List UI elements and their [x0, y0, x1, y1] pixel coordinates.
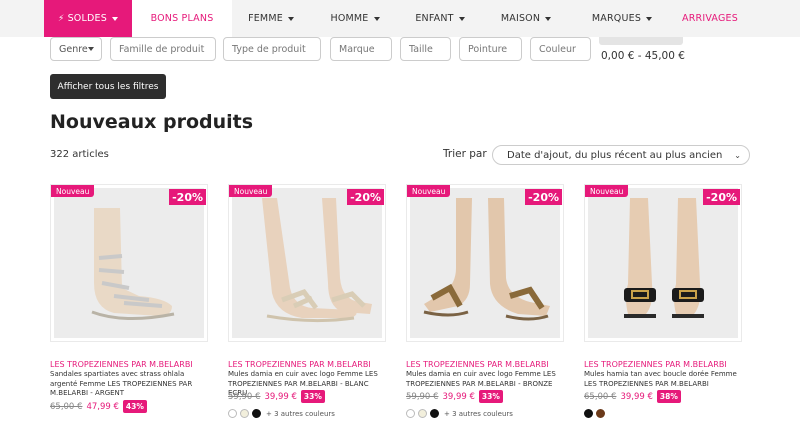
- more-colors-link[interactable]: + 3 autres couleurs: [266, 410, 335, 418]
- chevron-down-icon: [287, 16, 294, 21]
- color-swatches: [584, 409, 608, 418]
- percent-badge: 43%: [122, 400, 147, 413]
- sale-price: 47,99 €: [86, 401, 119, 412]
- chevron-down-icon: ⌄: [734, 151, 741, 160]
- product-image[interactable]: Nouveau -20%: [584, 184, 742, 342]
- nav-homme-label: HOMME: [330, 13, 369, 24]
- color-swatch[interactable]: [240, 409, 249, 418]
- marque-filter[interactable]: Marque: [330, 37, 392, 61]
- percent-badge: 33%: [300, 390, 325, 403]
- nav-maison[interactable]: MAISON: [480, 0, 572, 37]
- product-photo: [410, 188, 560, 338]
- old-price: 65,00 €: [584, 391, 617, 402]
- sale-price: 39,99 €: [264, 391, 297, 402]
- chevron-down-icon: [111, 16, 118, 21]
- genre-select-label: Genre: [59, 43, 88, 55]
- pointure-filter[interactable]: Pointure: [459, 37, 522, 61]
- more-colors-link[interactable]: + 3 autres couleurs: [444, 410, 513, 418]
- lightning-icon: ⚡: [58, 13, 65, 24]
- new-badge: Nouveau: [229, 185, 273, 197]
- nav-enfant[interactable]: ENFANT: [400, 0, 480, 37]
- nav-arrivages[interactable]: ARRIVAGES: [672, 0, 748, 37]
- percent-badge: 38%: [656, 390, 681, 403]
- sort-select-value: Date d'ajout, du plus récent au plus anc…: [507, 149, 723, 161]
- nav-soldes[interactable]: ⚡ SOLDES: [44, 0, 132, 37]
- sort-label: Trier par: [443, 148, 487, 160]
- price-slider[interactable]: [599, 37, 683, 45]
- old-price: 59,90 €: [228, 391, 261, 402]
- discount-badge: -20%: [703, 189, 740, 205]
- discount-badge: -20%: [525, 189, 562, 205]
- old-price: 59,90 €: [406, 391, 439, 402]
- sort-select[interactable]: Date d'ajout, du plus récent au plus anc…: [492, 145, 750, 165]
- famille-filter[interactable]: Famille de produit: [110, 37, 216, 61]
- page-title: Nouveaux produits: [50, 111, 254, 133]
- chevron-down-icon: [373, 16, 380, 21]
- product-image[interactable]: Nouveau -20%: [50, 184, 208, 342]
- product-brand[interactable]: LES TROPEZIENNES PAR M.BELARBI: [50, 360, 193, 369]
- color-swatch[interactable]: [430, 409, 439, 418]
- nav-marques-label: MARQUES: [591, 13, 642, 24]
- color-swatch[interactable]: [584, 409, 593, 418]
- color-swatches: + 3 autres couleurs: [228, 409, 335, 418]
- product-image[interactable]: Nouveau -20%: [406, 184, 564, 342]
- price-row: 59,90 € 39,99 € 33%: [228, 390, 325, 403]
- new-badge: Nouveau: [585, 185, 629, 197]
- old-price: 65,00 €: [50, 401, 83, 412]
- article-count: 322 articles: [50, 149, 109, 160]
- sale-price: 39,99 €: [442, 391, 475, 402]
- product-brand[interactable]: LES TROPEZIENNES PAR M.BELARBI: [584, 360, 727, 369]
- main-nav: ⚡ SOLDES BONS PLANS FEMME HOMME ENFANT M…: [0, 0, 800, 37]
- price-range-label: 0,00 € - 45,00 €: [601, 50, 685, 62]
- nav-marques[interactable]: MARQUES: [572, 0, 672, 37]
- product-photo: [54, 188, 204, 338]
- nav-femme-label: FEMME: [248, 13, 283, 24]
- new-badge: Nouveau: [51, 185, 95, 197]
- color-swatch[interactable]: [406, 409, 415, 418]
- product-name[interactable]: Sandales spartiates avec strass ohlala a…: [50, 370, 208, 399]
- couleur-filter[interactable]: Couleur: [530, 37, 591, 61]
- price-row: 59,90 € 39,99 € 33%: [406, 390, 503, 403]
- chevron-down-icon: [545, 16, 552, 21]
- nav-bons-plans[interactable]: BONS PLANS: [132, 0, 232, 37]
- color-swatch[interactable]: [252, 409, 261, 418]
- price-row: 65,00 € 47,99 € 43%: [50, 400, 147, 413]
- discount-badge: -20%: [347, 189, 384, 205]
- product-name[interactable]: Mules hamia tan avec boucle dorée Femme …: [584, 370, 742, 389]
- nav-soldes-label: SOLDES: [67, 13, 107, 24]
- chevron-down-icon: [458, 16, 465, 21]
- color-swatch[interactable]: [596, 409, 605, 418]
- discount-badge: -20%: [169, 189, 206, 205]
- product-name[interactable]: Mules damia en cuir avec logo Femme LES …: [406, 370, 564, 389]
- percent-badge: 33%: [478, 390, 503, 403]
- chevron-down-icon: [87, 47, 94, 51]
- sale-price: 39,99 €: [620, 391, 653, 402]
- nav-homme[interactable]: HOMME: [310, 0, 400, 37]
- nav-maison-label: MAISON: [500, 13, 541, 24]
- price-row: 65,00 € 39,99 € 38%: [584, 390, 681, 403]
- color-swatch[interactable]: [228, 409, 237, 418]
- type-filter[interactable]: Type de produit: [223, 37, 321, 61]
- show-all-filters-button[interactable]: Afficher tous les filtres: [50, 74, 166, 99]
- product-brand[interactable]: LES TROPEZIENNES PAR M.BELARBI: [406, 360, 549, 369]
- chevron-down-icon: [646, 16, 653, 21]
- nav-femme[interactable]: FEMME: [232, 0, 310, 37]
- product-photo: [588, 188, 738, 338]
- color-swatches: + 3 autres couleurs: [406, 409, 513, 418]
- genre-select[interactable]: Genre: [50, 37, 102, 61]
- product-photo: [232, 188, 382, 338]
- new-badge: Nouveau: [407, 185, 451, 197]
- nav-enfant-label: ENFANT: [415, 13, 454, 24]
- product-image[interactable]: Nouveau -20%: [228, 184, 386, 342]
- product-brand[interactable]: LES TROPEZIENNES PAR M.BELARBI: [228, 360, 371, 369]
- color-swatch[interactable]: [418, 409, 427, 418]
- taille-filter[interactable]: Taille: [400, 37, 451, 61]
